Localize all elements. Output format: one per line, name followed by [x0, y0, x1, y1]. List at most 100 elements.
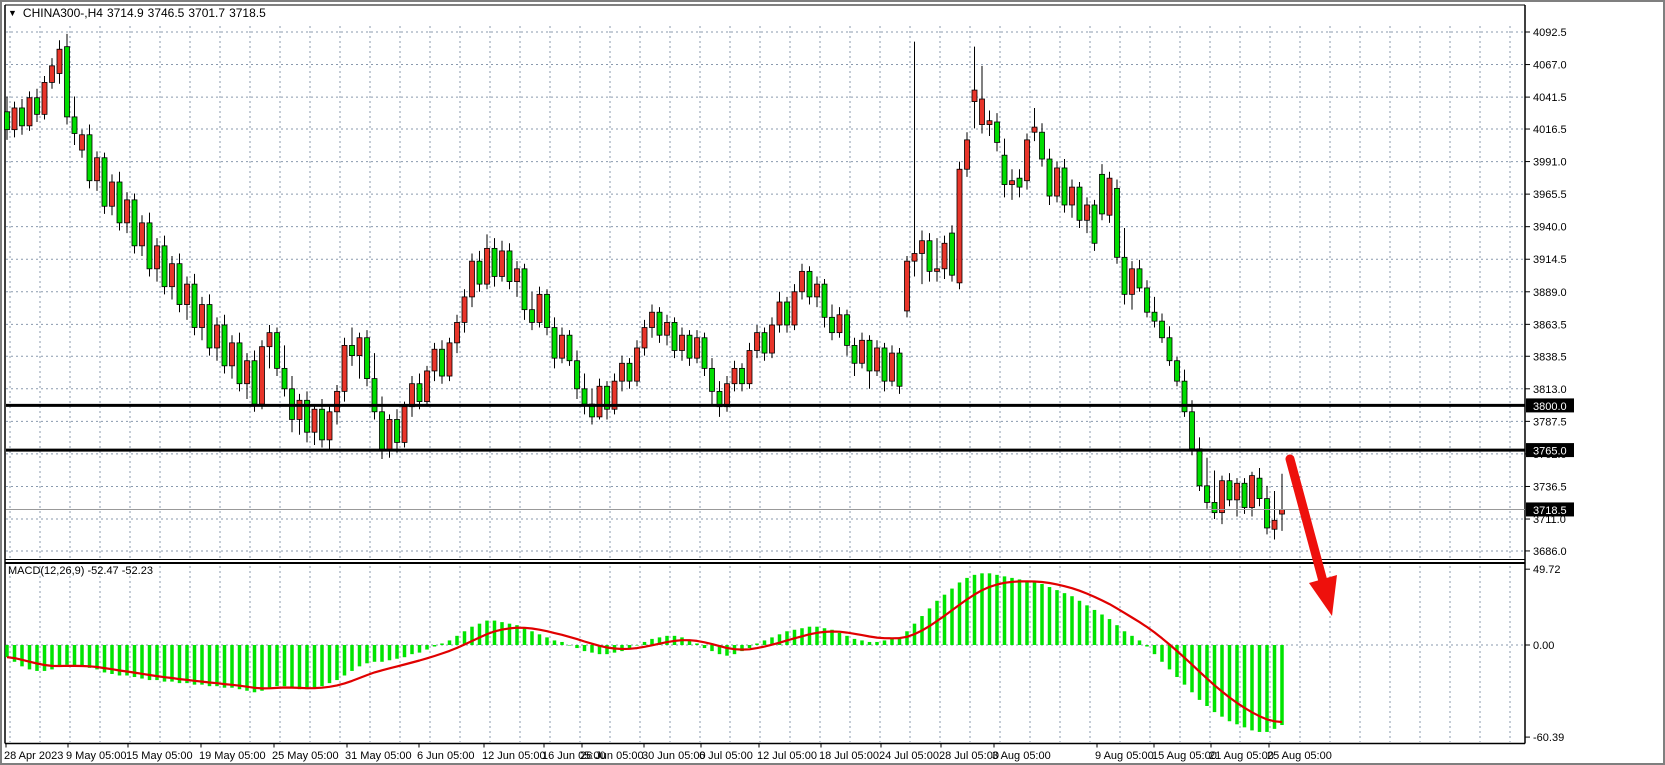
macd-bar: [568, 645, 572, 646]
bull-candle: [470, 261, 475, 297]
price-tick-label: 3965.5: [1533, 189, 1567, 201]
bull-candle: [972, 90, 977, 101]
macd-bar: [553, 640, 557, 645]
macd-bar: [590, 645, 594, 653]
macd-signal-value: -52.23: [122, 565, 153, 577]
macd-bar: [170, 645, 174, 682]
macd-bar: [58, 645, 62, 666]
symbol-dropdown-icon[interactable]: ▼: [8, 8, 17, 18]
macd-bar: [703, 645, 707, 648]
bull-candle: [42, 82, 47, 114]
macd-bar: [950, 589, 954, 645]
macd-bar: [433, 645, 437, 647]
bear-candle: [552, 328, 557, 359]
bull-candle: [1280, 509, 1285, 514]
macd-bar: [508, 624, 512, 645]
macd-bar: [1115, 625, 1119, 645]
bull-candle: [432, 349, 437, 371]
bear-candle: [1002, 155, 1007, 184]
price-tick-label: 3863.5: [1533, 319, 1567, 331]
candles-group: [5, 34, 1285, 540]
bear-candle: [762, 333, 767, 353]
macd-bar: [230, 645, 234, 688]
macd-bar: [943, 595, 947, 645]
bear-candle: [72, 117, 77, 134]
bull-candle: [905, 261, 910, 311]
bear-candle: [492, 248, 497, 276]
macd-bar: [335, 645, 339, 680]
grid-lines: [6, 26, 1524, 742]
date-label: 26 Jun 05:00: [580, 750, 644, 762]
bull-candle: [387, 419, 392, 450]
macd-bar: [853, 639, 857, 645]
date-label: 6 Jul 05:00: [699, 750, 753, 762]
macd-bar: [815, 627, 819, 645]
macd-bar: [455, 636, 459, 645]
bear-candle: [1197, 449, 1202, 486]
bear-candle: [252, 361, 257, 404]
macd-bar: [395, 645, 399, 659]
macd-bar: [1145, 645, 1149, 647]
macd-bar: [868, 642, 872, 645]
macd-bar: [1025, 581, 1029, 645]
bear-candle: [207, 305, 212, 348]
bear-candle: [162, 246, 167, 287]
date-label: 19 May 05:00: [199, 750, 266, 762]
bull-candle: [770, 325, 775, 353]
time-axis[interactable]: 28 Apr 20239 May 05:0015 May 05:0019 May…: [4, 744, 1332, 763]
chart-title: ▼CHINA300-,H43714.93746.53701.73718.5: [8, 6, 266, 34]
bear-candle: [117, 182, 122, 223]
macd-bar: [328, 645, 332, 683]
bull-candle: [297, 400, 302, 419]
macd-bar: [478, 624, 482, 645]
macd-bar: [305, 645, 309, 689]
bear-candle: [1227, 481, 1232, 500]
macd-bar: [215, 645, 219, 686]
price-tick-label: 3838.5: [1533, 351, 1567, 363]
price-axis[interactable]: 4092.54067.04041.54016.53991.03965.53940…: [1525, 27, 1574, 744]
macd-bar: [1228, 645, 1232, 721]
macd-bar: [1190, 645, 1194, 692]
bull-candle: [1055, 168, 1060, 196]
bear-candle: [1265, 499, 1270, 528]
macd-bar: [35, 645, 39, 671]
bull-candle: [57, 49, 62, 73]
bull-candle: [155, 246, 160, 269]
macd-bar: [1055, 590, 1059, 645]
bear-candle: [830, 317, 835, 332]
bear-candle: [627, 363, 632, 381]
price-chart-canvas[interactable]: 4092.54067.04041.54016.53991.03965.53940…: [2, 2, 1665, 765]
bear-candle: [530, 310, 535, 323]
macd-bar: [208, 645, 212, 686]
bull-candle: [665, 322, 670, 335]
bull-candle: [1032, 127, 1037, 132]
macd-bar: [1220, 645, 1224, 717]
macd-bar: [268, 645, 272, 688]
macd-bar: [965, 578, 969, 645]
macd-bar: [538, 634, 542, 645]
macd-bar: [373, 645, 377, 662]
macd-name: MACD(12,26,9): [8, 565, 84, 577]
bull-candle: [980, 99, 985, 125]
bull-candle: [620, 363, 625, 381]
macd-bar: [560, 642, 564, 645]
date-label: 12 Jul 05:00: [757, 750, 817, 762]
macd-bar: [1183, 645, 1187, 685]
bull-candle: [792, 292, 797, 325]
bear-candle: [275, 333, 280, 369]
bear-candle: [657, 312, 662, 335]
chart-window: 4092.54067.04041.54016.53991.03965.53940…: [0, 0, 1665, 765]
macd-bar: [1093, 610, 1097, 645]
bull-candle: [732, 368, 737, 383]
macd-bar: [65, 645, 69, 665]
bull-candle: [1250, 476, 1255, 508]
bull-candle: [335, 391, 340, 411]
bear-candle: [102, 158, 107, 207]
bull-candle: [680, 335, 685, 350]
symbol-period-label: CHINA300-,H4: [23, 6, 103, 20]
bear-candle: [35, 98, 40, 115]
bear-candle: [1242, 483, 1247, 507]
macd-bar: [860, 640, 864, 645]
bear-candle: [1160, 321, 1165, 338]
bull-candle: [125, 200, 130, 223]
